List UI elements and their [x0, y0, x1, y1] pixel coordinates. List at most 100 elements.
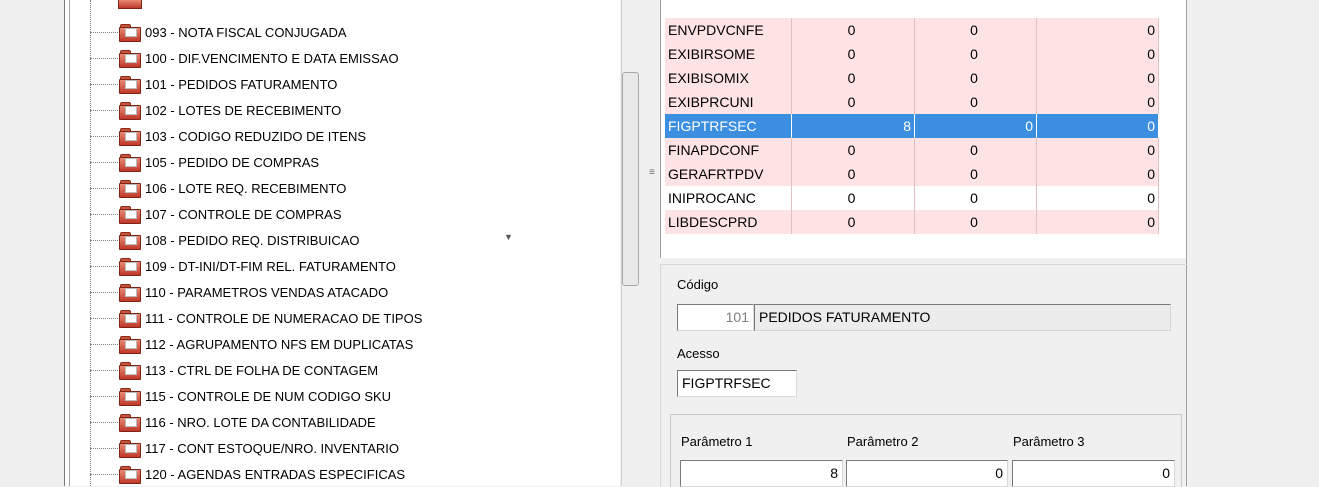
grid-row[interactable]: EXIBPRCUNI 0 0 0 [665, 90, 1159, 114]
grid-cell-param2[interactable]: 0 [915, 138, 1037, 162]
tree-connector [90, 317, 118, 319]
grid-cell-param1[interactable]: 0 [792, 42, 915, 66]
tree-connector [90, 447, 118, 449]
folder-icon [119, 439, 141, 458]
param3-label: Parâmetro 3 [1013, 434, 1085, 449]
tree-item[interactable]: 109 - DT-INI/DT-FIM REL. FATURAMENTO [90, 253, 560, 279]
tree-item-label: 106 - LOTE REQ. RECEBIMENTO [145, 180, 347, 196]
tree-connector [90, 265, 118, 267]
grid-cell-param1[interactable]: 0 [792, 66, 915, 90]
grid-row[interactable]: INIPROCANC 0 0 0 [665, 186, 1159, 210]
codigo-label: Código [677, 277, 719, 292]
tree-item[interactable]: 106 - LOTE REQ. RECEBIMENTO [90, 175, 560, 201]
tree-item[interactable]: 113 - CTRL DE FOLHA DE CONTAGEM [90, 357, 560, 383]
splitter-grip-icon[interactable]: ≡ [649, 168, 655, 178]
tree-item[interactable]: 115 - CONTROLE DE NUM CODIGO SKU [90, 383, 560, 409]
grid-cell-param3[interactable]: 0 [1037, 186, 1159, 210]
grid-cell-code[interactable]: EXIBISOMIX [665, 66, 792, 90]
folder-icon [119, 465, 141, 484]
tree-item-label: 109 - DT-INI/DT-FIM REL. FATURAMENTO [145, 258, 396, 274]
folder-icon [119, 361, 141, 380]
folder-icon [119, 413, 141, 432]
tree-item[interactable]: 110 - PARAMETROS VENDAS ATACADO [90, 279, 560, 305]
grid-row[interactable]: EXIBIRSOME 0 0 0 [665, 42, 1159, 66]
folder-icon [119, 127, 141, 146]
folder-icon [119, 153, 141, 172]
folder-icon [119, 387, 141, 406]
grid-cell-param3[interactable]: 0 [1037, 210, 1159, 234]
grid-row[interactable]: GERAFRTPDV 0 0 0 [665, 162, 1159, 186]
tree-item[interactable]: 108 - PEDIDO REQ. DISTRIBUICAO [90, 227, 560, 253]
tree-item-label: 110 - PARAMETROS VENDAS ATACADO [145, 284, 389, 300]
grid-cell-param3[interactable]: 0 [1037, 42, 1159, 66]
tree-item-label: 116 - NRO. LOTE DA CONTABILIDADE [145, 414, 376, 430]
grid-cell-code[interactable]: LIBDESCPRD [665, 210, 792, 234]
grid-row[interactable]: EXIBISOMIX 0 0 0 [665, 66, 1159, 90]
grid-cell-param1[interactable]: 8 [792, 114, 915, 138]
grid-cell-code[interactable]: INIPROCANC [665, 186, 792, 210]
grid-cell-code[interactable]: FINAPDCONF [665, 138, 792, 162]
grid-cell-param2[interactable]: 0 [915, 66, 1037, 90]
grid-cell-param2[interactable]: 0 [915, 42, 1037, 66]
grid-row[interactable]: FINAPDCONF 0 0 0 [665, 138, 1159, 162]
tree-item-label: 093 - NOTA FISCAL CONJUGADA [145, 24, 347, 40]
grid-cell-param2[interactable]: 0 [915, 18, 1037, 42]
grid-cell-code[interactable]: FIGPTRFSEC [665, 114, 792, 138]
grid-cell-param2[interactable]: 0 [915, 186, 1037, 210]
grid-cell-param1[interactable]: 0 [792, 162, 915, 186]
param3-field[interactable]: 0 [1012, 460, 1175, 487]
tree-item[interactable]: 107 - CONTROLE DE COMPRAS [90, 201, 560, 227]
grid-cell-param3[interactable]: 0 [1037, 90, 1159, 114]
folder-icon [119, 101, 141, 120]
grid-cell-param1[interactable]: 0 [792, 18, 915, 42]
tree-scrollbar-thumb[interactable] [622, 72, 639, 286]
param1-field[interactable]: 8 [680, 460, 843, 487]
acesso-field[interactable]: FIGPTRFSEC [677, 370, 797, 397]
tree-item[interactable]: 103 - CODIGO REDUZIDO DE ITENS [90, 123, 560, 149]
param1-label: Parâmetro 1 [681, 434, 753, 449]
tree-connector [90, 395, 118, 397]
grid-cell-param3[interactable]: 0 [1037, 138, 1159, 162]
grid-cell-param2[interactable]: 0 [915, 114, 1037, 138]
tree-item-label: 101 - PEDIDOS FATURAMENTO [145, 76, 338, 92]
codigo-field[interactable]: 101 [677, 304, 754, 331]
grid-row[interactable]: LIBDESCPRD 0 0 0 [665, 210, 1159, 234]
tree-item-label: 115 - CONTROLE DE NUM CODIGO SKU [145, 388, 392, 404]
grid-cell-param1[interactable]: 0 [792, 186, 915, 210]
tree-connector [90, 83, 118, 85]
tree-item-label: 108 - PEDIDO REQ. DISTRIBUICAO [145, 232, 360, 248]
grid-row[interactable]: ENVPDVCNFE 0 0 0 [665, 18, 1159, 42]
grid-cell-param1[interactable]: 0 [792, 210, 915, 234]
chevron-down-icon[interactable]: ▼ [504, 232, 513, 242]
tree-item-label: 112 - AGRUPAMENTO NFS EM DUPLICATAS [145, 336, 414, 352]
folder-icon [119, 283, 141, 302]
grid-cell-code[interactable]: EXIBPRCUNI [665, 90, 792, 114]
folder-icon [119, 257, 141, 276]
tree-connector [90, 369, 118, 371]
tree-item[interactable]: 116 - NRO. LOTE DA CONTABILIDADE [90, 409, 560, 435]
tree-item[interactable]: 093 - NOTA FISCAL CONJUGADA [90, 19, 560, 45]
grid-cell-param3[interactable]: 0 [1037, 18, 1159, 42]
tree-item[interactable]: 100 - DIF.VENCIMENTO E DATA EMISSAO [90, 45, 560, 71]
tree-item[interactable]: 105 - PEDIDO DE COMPRAS [90, 149, 560, 175]
tree-item[interactable]: 120 - AGENDAS ENTRADAS ESPECIFICAS [90, 461, 560, 487]
param2-field[interactable]: 0 [846, 460, 1008, 487]
codigo-description-field: PEDIDOS FATURAMENTO [754, 304, 1171, 331]
grid-cell-param2[interactable]: 0 [915, 90, 1037, 114]
tree-item[interactable]: 101 - PEDIDOS FATURAMENTO [90, 71, 560, 97]
tree-item[interactable]: 111 - CONTROLE DE NUMERACAO DE TIPOS [90, 305, 560, 331]
grid-cell-code[interactable]: GERAFRTPDV [665, 162, 792, 186]
tree-item[interactable]: 117 - CONT ESTOQUE/NRO. INVENTARIO [90, 435, 560, 461]
tree-item[interactable]: 112 - AGRUPAMENTO NFS EM DUPLICATAS [90, 331, 560, 357]
grid-cell-param2[interactable]: 0 [915, 210, 1037, 234]
grid-cell-param3[interactable]: 0 [1037, 114, 1159, 138]
grid-cell-code[interactable]: EXIBIRSOME [665, 42, 792, 66]
grid-row[interactable]: FIGPTRFSEC 8 0 0 [665, 114, 1159, 138]
grid-cell-param2[interactable]: 0 [915, 162, 1037, 186]
grid-cell-code[interactable]: ENVPDVCNFE [665, 18, 792, 42]
grid-cell-param1[interactable]: 0 [792, 90, 915, 114]
grid-cell-param1[interactable]: 0 [792, 138, 915, 162]
grid-cell-param3[interactable]: 0 [1037, 162, 1159, 186]
tree-item[interactable]: 102 - LOTES DE RECEBIMENTO [90, 97, 560, 123]
grid-cell-param3[interactable]: 0 [1037, 66, 1159, 90]
